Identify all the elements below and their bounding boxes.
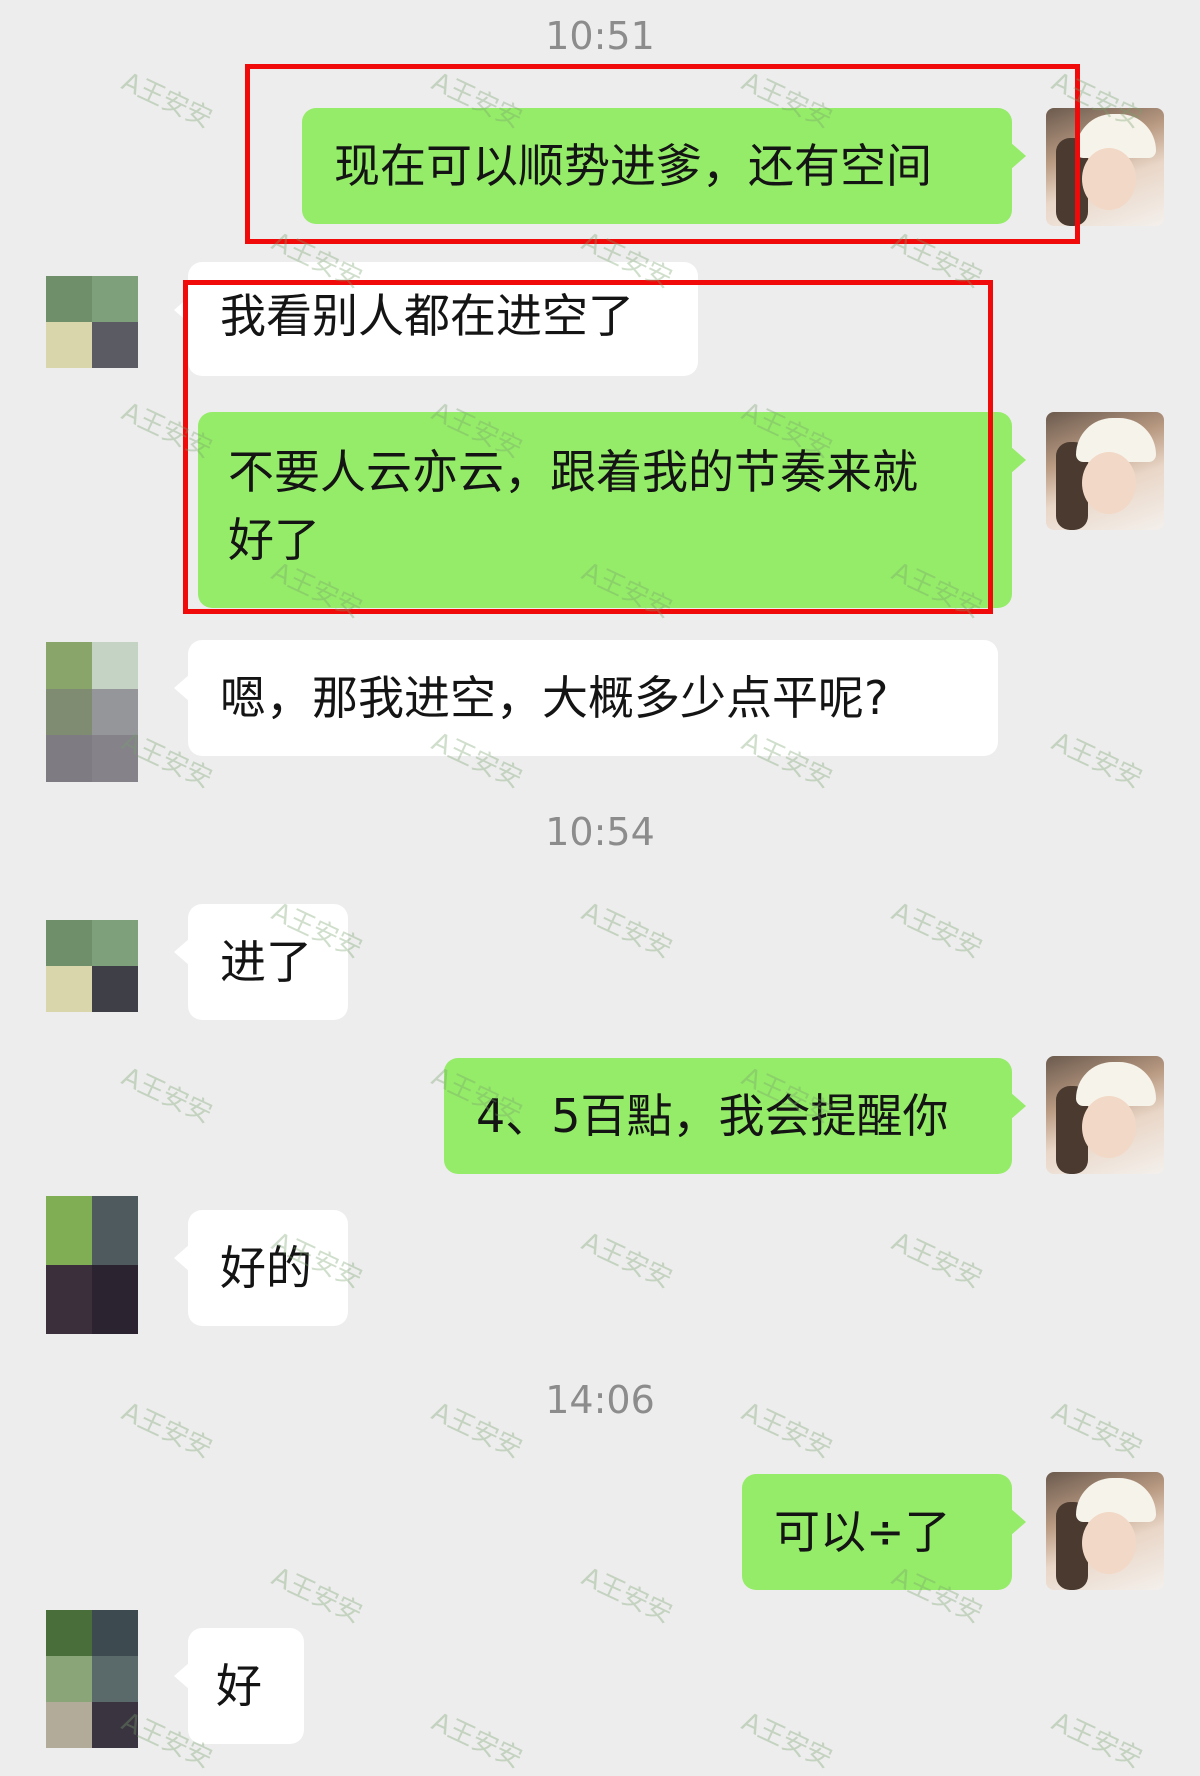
watermark: A王安安	[117, 66, 217, 135]
avatar[interactable]	[46, 276, 138, 368]
watermark: A王安安	[1047, 726, 1147, 795]
received-message-bubble[interactable]: 嗯，那我进空，大概多少点平呢?	[174, 640, 998, 756]
watermark: A王安安	[1047, 1706, 1147, 1775]
watermark: A王安安	[577, 1561, 677, 1630]
avatar[interactable]	[46, 1196, 138, 1334]
avatar[interactable]	[46, 920, 138, 1012]
message-text: 好的	[220, 1241, 312, 1295]
message-text: 4、5百點，我会提醒你	[476, 1089, 949, 1143]
highlight-box	[183, 280, 993, 614]
received-message-bubble[interactable]: 好的	[174, 1210, 348, 1326]
avatar[interactable]	[1046, 412, 1164, 530]
message-text: 进了	[220, 935, 312, 989]
sent-message-bubble[interactable]: 可以÷了	[742, 1474, 1026, 1590]
timestamp: 10:54	[545, 810, 655, 854]
watermark: A王安安	[887, 896, 987, 965]
message-text: 好	[216, 1659, 262, 1713]
timestamp: 14:06	[545, 1378, 655, 1422]
highlight-box	[245, 64, 1080, 244]
avatar[interactable]	[46, 1610, 138, 1748]
received-message-bubble[interactable]: 进了	[174, 904, 348, 1020]
message-text: 可以÷了	[774, 1505, 951, 1559]
watermark: A王安安	[117, 1061, 217, 1130]
watermark: A王安安	[577, 896, 677, 965]
sent-message-bubble[interactable]: 4、5百點，我会提醒你	[444, 1058, 1026, 1174]
watermark: A王安安	[427, 1706, 527, 1775]
watermark: A王安安	[577, 1226, 677, 1295]
timestamp: 10:51	[545, 14, 655, 58]
avatar[interactable]	[1046, 1056, 1164, 1174]
message-text: 嗯，那我进空，大概多少点平呢?	[220, 671, 889, 725]
avatar[interactable]	[46, 642, 138, 782]
received-message-bubble[interactable]: 好	[174, 1628, 304, 1744]
watermark: A王安安	[887, 1226, 987, 1295]
avatar[interactable]	[1046, 1472, 1164, 1590]
watermark: A王安安	[737, 1706, 837, 1775]
watermark: A王安安	[267, 1561, 367, 1630]
